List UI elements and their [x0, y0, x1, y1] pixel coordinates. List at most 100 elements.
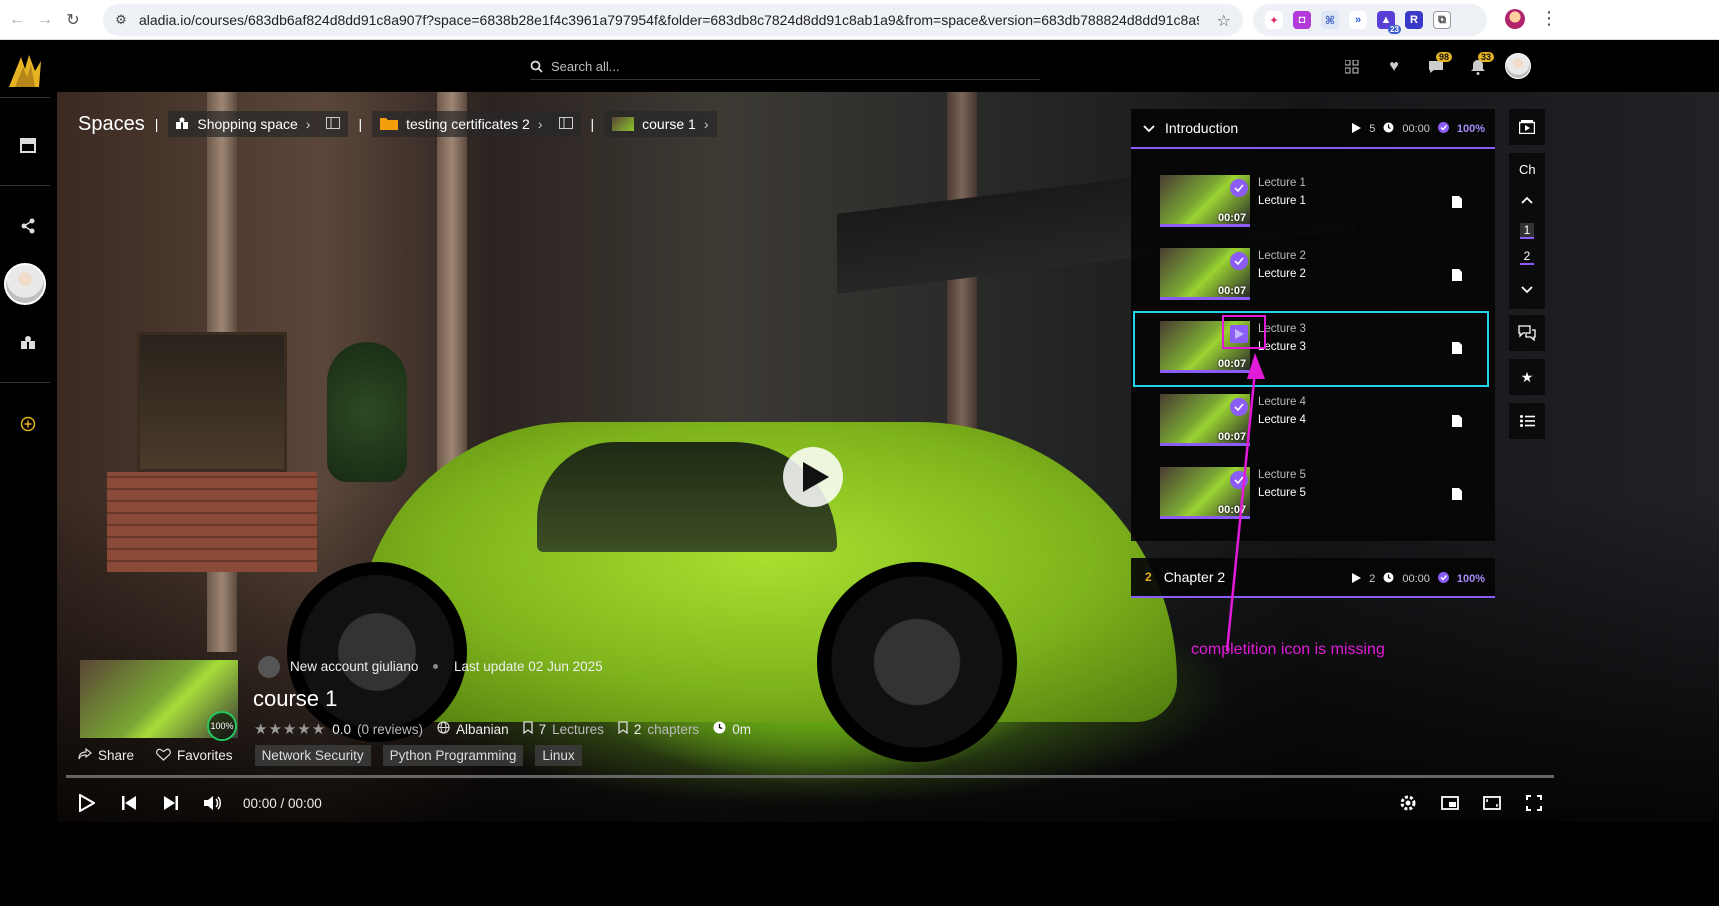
chapter-label: Ch: [1519, 162, 1536, 177]
apps-grid-icon[interactable]: [1341, 56, 1363, 78]
chevron-down-icon[interactable]: [1521, 281, 1533, 299]
search-placeholder[interactable]: Search all...: [551, 59, 620, 74]
section-time: 00:00: [1402, 123, 1430, 135]
center-play-button[interactable]: [783, 447, 843, 507]
theater-mode-icon[interactable]: [1481, 792, 1503, 814]
url-text[interactable]: aladia.io/courses/683db6af824d8dd91c8a90…: [139, 12, 1199, 28]
course-tag[interactable]: Linux: [535, 745, 582, 766]
aladia-logo-icon[interactable]: [5, 51, 45, 91]
discussion-icon[interactable]: [1509, 315, 1545, 351]
extensions-bar: ✦ ◘ ⌘ » ▲ 23 R ⧉: [1253, 4, 1487, 36]
document-icon[interactable]: [1452, 195, 1462, 213]
chapter-2-button[interactable]: 2: [1520, 249, 1534, 265]
site-settings-icon[interactable]: ⚙: [113, 12, 129, 28]
lecture-item[interactable]: 00:07 Lecture 5 Lecture 5: [1160, 467, 1462, 527]
header-profile-avatar[interactable]: [1505, 53, 1531, 79]
clock-icon: [713, 721, 726, 737]
search-bar[interactable]: Search all...: [530, 54, 1040, 80]
previous-button[interactable]: [118, 792, 140, 814]
section-header-chapter-2[interactable]: 2 Chapter 2 2 00:00 100%: [1131, 558, 1495, 598]
section-stats: 5 00:00 100%: [1352, 122, 1485, 136]
playback-time: 00:00 / 00:00: [243, 796, 322, 811]
lecture-duration: 00:07: [1218, 285, 1247, 297]
lecture-item[interactable]: 00:07 Lecture 4 Lecture 4: [1160, 394, 1462, 454]
heart-icon[interactable]: ♥: [1383, 56, 1405, 78]
lecture-item[interactable]: 00:07 Lecture 1 Lecture 1: [1160, 175, 1462, 235]
app: Search all... ♥ 98 33 Spaces | Shopping …: [0, 41, 1719, 906]
lecture-item[interactable]: 00:07 Lecture 2 Lecture 2: [1160, 248, 1462, 308]
puzzle-icon[interactable]: ⧉: [1433, 11, 1451, 29]
store-icon[interactable]: [16, 133, 40, 157]
course-thumbnail-icon: [612, 117, 635, 131]
favorite-tag-icon: [156, 748, 171, 764]
community-icon: [176, 116, 189, 132]
course-tag[interactable]: Network Security: [254, 745, 371, 766]
left-sidebar: [0, 41, 57, 822]
volume-icon[interactable]: [202, 792, 224, 814]
forward-icon[interactable]: →: [34, 9, 56, 31]
annotation-text: completition icon is missing: [1191, 641, 1385, 658]
sidebar-panel-icon[interactable]: [558, 116, 573, 132]
chevron-down-icon: [1143, 120, 1155, 136]
reload-icon[interactable]: ↻: [62, 9, 84, 31]
breadcrumb-course-chip[interactable]: course 1 ›: [604, 111, 717, 137]
chapter-1-button[interactable]: 1: [1520, 223, 1534, 239]
active-lecture-highlight: [1133, 311, 1489, 387]
course-duration: 0m: [732, 721, 751, 737]
chevron-up-icon[interactable]: [1521, 191, 1533, 209]
author-avatar[interactable]: [258, 656, 280, 678]
video-library-icon[interactable]: [1509, 109, 1545, 145]
section-header-introduction[interactable]: Introduction 5 00:00 100%: [1131, 109, 1495, 149]
chapter-lecture-count: 2: [1369, 573, 1376, 585]
document-icon[interactable]: [1452, 414, 1462, 432]
user-avatar[interactable]: [4, 263, 46, 305]
document-icon[interactable]: [1452, 487, 1462, 505]
author-name[interactable]: New account giuliano: [290, 659, 418, 674]
breadcrumb-folder-chip[interactable]: testing certificates 2 ›: [372, 111, 581, 137]
sidebar-panel-icon[interactable]: [326, 116, 341, 132]
car-wheel: [287, 562, 467, 742]
course-tag[interactable]: Python Programming: [382, 745, 524, 766]
browser-menu-icon[interactable]: ⋮: [1540, 8, 1558, 29]
add-circle-icon[interactable]: [16, 412, 40, 436]
share-button[interactable]: Share: [78, 747, 134, 763]
next-button[interactable]: [160, 792, 182, 814]
breadcrumb-separator: |: [154, 116, 159, 132]
meta-separator-dot: [433, 664, 438, 669]
last-update: Last update 02 Jun 2025: [454, 659, 603, 674]
bookmark-star-icon[interactable]: ☆: [1217, 11, 1231, 31]
address-bar[interactable]: ⚙ aladia.io/courses/683db6af824d8dd91c8a…: [103, 4, 1243, 36]
chevron-right-icon: ›: [703, 116, 709, 132]
list-icon[interactable]: [1509, 403, 1545, 439]
chapter-navigator: Ch 1 2: [1509, 153, 1545, 309]
lecture-duration: 00:07: [1218, 212, 1247, 224]
community-icon[interactable]: [16, 331, 40, 355]
extension-icon-6[interactable]: R: [1405, 11, 1423, 29]
breadcrumb-spaces[interactable]: Spaces: [78, 113, 145, 136]
rating-stars-icon: ★★★★★: [254, 721, 327, 738]
document-icon[interactable]: [1452, 268, 1462, 286]
miniplayer-icon[interactable]: [1439, 792, 1461, 814]
course-title: course 1: [253, 686, 338, 711]
completed-check-icon: [1230, 179, 1248, 197]
favorites-button[interactable]: Favorites: [156, 748, 233, 764]
browser-profile-avatar[interactable]: [1505, 9, 1525, 29]
chapters-count: 2: [633, 721, 642, 737]
extension-icon-4[interactable]: »: [1349, 11, 1367, 29]
extension-icon-5[interactable]: ▲ 23: [1377, 11, 1401, 34]
star-icon[interactable]: ★: [1509, 359, 1545, 395]
settings-gear-icon[interactable]: [1397, 792, 1419, 814]
share-network-icon[interactable]: [16, 214, 40, 238]
breadcrumb-space-chip[interactable]: Shopping space ›: [168, 111, 349, 137]
extension-icon-2[interactable]: ◘: [1293, 11, 1311, 29]
extension-icon-1[interactable]: ✦: [1265, 11, 1283, 29]
fullscreen-icon[interactable]: [1523, 792, 1545, 814]
video-progress-bar[interactable]: [66, 775, 1554, 778]
chapters-label: chapters: [647, 721, 700, 737]
play-button[interactable]: [76, 792, 98, 814]
breadcrumb-folder-label: testing certificates 2: [406, 116, 530, 132]
share-icon: [78, 747, 92, 763]
back-icon[interactable]: ←: [6, 9, 28, 31]
extension-icon-3[interactable]: ⌘: [1321, 11, 1339, 29]
play-icon: [803, 462, 829, 492]
